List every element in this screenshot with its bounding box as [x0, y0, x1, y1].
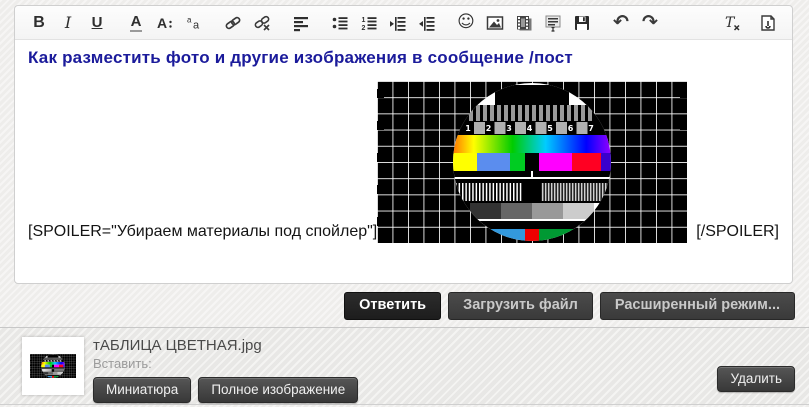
- font-family-button[interactable]: [182, 11, 206, 35]
- upload-file-button[interactable]: Загрузить файл: [448, 292, 593, 320]
- insert-quote-icon: [544, 14, 562, 32]
- unordered-list-button[interactable]: [328, 11, 352, 35]
- post-body-line: [SPOILER="Убираем материалы под спойлер"…: [28, 81, 779, 243]
- reply-button[interactable]: Ответить: [344, 292, 441, 320]
- text-color-button[interactable]: A: [124, 11, 148, 35]
- redo-icon: ↷: [642, 13, 658, 32]
- action-buttons: Ответить Загрузить файл Расширенный режи…: [344, 292, 795, 320]
- spoiler-close-tag: [/SPOILER]: [696, 221, 779, 243]
- insert-full-image-button[interactable]: Полное изображение: [198, 377, 358, 403]
- attachment-thumbnail-image: [30, 350, 76, 382]
- remove-formatting-icon: [723, 14, 741, 32]
- ordered-list-icon: [360, 14, 378, 32]
- attachment-info: тАБЛИЦА ЦВЕТНАЯ.jpg Вставить: Миниатюра …: [93, 337, 358, 403]
- indent-icon: [418, 14, 436, 32]
- bold-icon: B: [33, 15, 45, 31]
- insert-quote-button[interactable]: [541, 11, 565, 35]
- redo-button[interactable]: ↷: [638, 11, 662, 35]
- undo-icon: ↶: [613, 13, 629, 32]
- insert-link-button[interactable]: [221, 11, 245, 35]
- alignment-icon: [292, 14, 310, 32]
- toolbar-group: ↶↷: [609, 11, 662, 35]
- smilies-icon: ☺: [457, 14, 475, 31]
- toolbar-group: ☺: [454, 11, 594, 35]
- smilies-button[interactable]: ☺: [454, 11, 478, 35]
- toolbar-group: [221, 11, 274, 35]
- outdent-button[interactable]: [386, 11, 410, 35]
- underline-button[interactable]: U: [85, 11, 109, 35]
- font-family-icon: [185, 14, 203, 32]
- outdent-icon: [389, 14, 407, 32]
- font-size-button[interactable]: [153, 11, 177, 35]
- editor-content[interactable]: Как разместить фото и другие изображения…: [15, 40, 792, 243]
- undo-button[interactable]: ↶: [609, 11, 633, 35]
- toolbar-group: A: [124, 11, 206, 35]
- unordered-list-icon: [331, 14, 349, 32]
- toolbar-right-group: [720, 11, 780, 35]
- post-title: Как разместить фото и другие изображения…: [28, 48, 779, 68]
- bbcode-editor-icon: [759, 14, 777, 32]
- attachment-filename: тАБЛИЦА ЦВЕТНАЯ.jpg: [93, 337, 358, 354]
- toolbar: BIUA☺↶↷: [15, 6, 792, 40]
- underline-icon: U: [92, 15, 103, 30]
- toolbar-group: [289, 11, 313, 35]
- insert-media-icon: [515, 14, 533, 32]
- text-color-icon: A: [130, 14, 143, 32]
- attachment-delete-wrap: Удалить: [717, 366, 795, 392]
- test-card-image: [377, 81, 687, 243]
- remove-formatting-button[interactable]: [720, 11, 744, 35]
- attachment-insert-label: Вставить:: [93, 356, 358, 371]
- insert-thumbnail-button[interactable]: Миниатюра: [93, 377, 191, 403]
- insert-link-icon: [224, 14, 242, 32]
- insert-media-button[interactable]: [512, 11, 536, 35]
- save-draft-button[interactable]: [570, 11, 594, 35]
- bold-button[interactable]: B: [27, 11, 51, 35]
- page: { "toolbar": { "groups": [ {"items": [ {…: [0, 0, 809, 407]
- toolbar-group: [328, 11, 439, 35]
- unlink-button[interactable]: [250, 11, 274, 35]
- save-draft-icon: [573, 14, 591, 32]
- advanced-mode-button[interactable]: Расширенный режим...: [600, 292, 795, 320]
- toolbar-group: BIU: [27, 11, 109, 35]
- italic-icon: I: [65, 15, 71, 31]
- alignment-button[interactable]: [289, 11, 313, 35]
- attachment-bar: тАБЛИЦА ЦВЕТНАЯ.jpg Вставить: Миниатюра …: [0, 327, 809, 405]
- attachment-insert-buttons: Миниатюра Полное изображение: [93, 377, 358, 403]
- font-size-icon: [156, 14, 174, 32]
- reply-editor: BIUA☺↶↷ Как разместить фото и другие изо…: [14, 5, 793, 284]
- indent-button[interactable]: [415, 11, 439, 35]
- insert-image-button[interactable]: [483, 11, 507, 35]
- italic-button[interactable]: I: [56, 11, 80, 35]
- unlink-icon: [253, 14, 271, 32]
- ordered-list-button[interactable]: [357, 11, 381, 35]
- delete-attachment-button[interactable]: Удалить: [717, 366, 795, 392]
- insert-image-icon: [486, 14, 504, 32]
- spoiler-open-tag: [SPOILER="Убираем материалы под спойлер"…: [28, 221, 377, 243]
- attachment-thumbnail[interactable]: [22, 337, 84, 395]
- bbcode-editor-button[interactable]: [756, 11, 780, 35]
